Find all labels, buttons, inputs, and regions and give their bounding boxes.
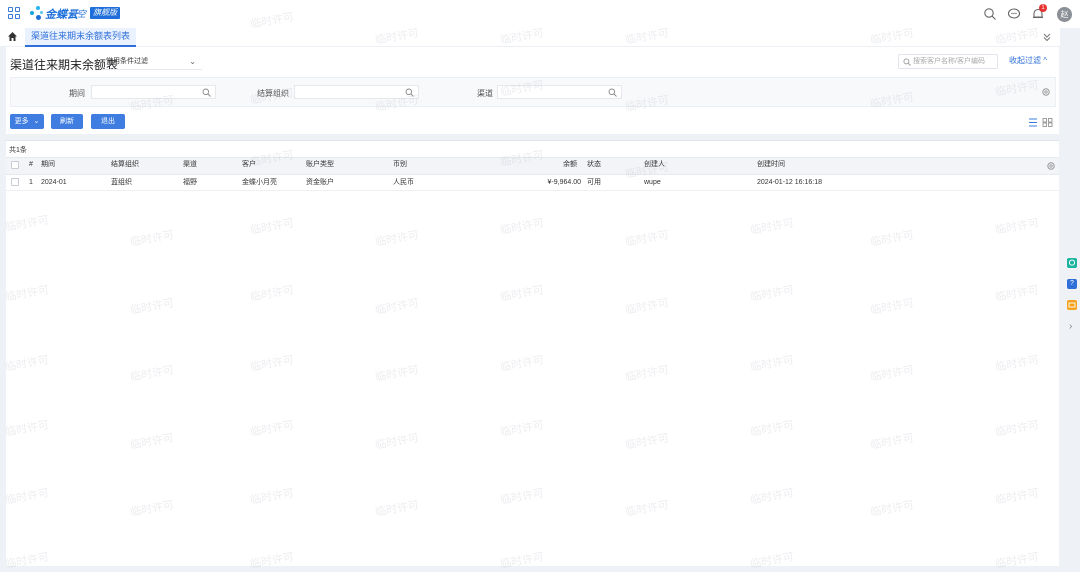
filter-scheme-select[interactable]: 常用条件过滤 ⌄: [102, 54, 202, 70]
table-row[interactable]: 1 2024-01 蓝组织 福野 金蝶小月亮 资金账户 人民币 ¥-9,964.…: [6, 175, 1059, 191]
col-channel[interactable]: 渠道: [183, 158, 197, 173]
filter-label-channel: 渠道: [477, 89, 493, 98]
search-icon[interactable]: [983, 7, 997, 21]
channel-field[interactable]: [497, 85, 622, 99]
record-count: 共1条: [9, 147, 27, 154]
cell-account-type: 资金账户: [306, 179, 334, 186]
brand-sub: 星空: [68, 9, 87, 19]
cell-status: 可用: [587, 179, 601, 186]
double-chevron-down-icon[interactable]: [1042, 31, 1052, 45]
more-button-label: 更多: [14, 118, 29, 125]
bell-icon[interactable]: 1: [1031, 4, 1047, 21]
filter-label-period: 期间: [69, 89, 85, 98]
col-index: #: [29, 161, 33, 168]
avatar[interactable]: 赵: [1057, 6, 1072, 22]
list-view-icon[interactable]: [1029, 118, 1037, 127]
home-icon[interactable]: [7, 31, 18, 45]
edition-badge: 旗舰版: [90, 7, 120, 19]
col-status[interactable]: 状态: [587, 158, 601, 173]
col-settle-org[interactable]: 结算组织: [111, 158, 139, 173]
green-chat-icon[interactable]: [1067, 258, 1077, 268]
orange-app-icon[interactable]: [1067, 300, 1077, 310]
search-icon[interactable]: [202, 88, 211, 97]
select-all-checkbox[interactable]: [11, 161, 19, 169]
col-currency[interactable]: 币别: [393, 158, 407, 173]
cell-currency: 人民币: [393, 179, 414, 186]
tab-bar: 渠道往来期末余额表列表: [0, 28, 1060, 47]
search-input[interactable]: 搜索客户名称/客户编码: [898, 54, 998, 69]
view-switch: [1029, 116, 1053, 130]
column-settings-icon[interactable]: [1046, 160, 1056, 174]
col-creator[interactable]: 创建人: [644, 158, 665, 173]
tab-channel-balance-list[interactable]: 渠道往来期末余额表列表: [25, 28, 137, 47]
cell-period: 2024-01: [41, 179, 67, 186]
filter-label-settle-org: 结算组织: [257, 89, 289, 98]
chevron-down-icon: ⌄: [189, 57, 196, 66]
collapse-filter-link[interactable]: 收起过滤 ^: [1009, 55, 1047, 66]
cell-balance: ¥-9,964.00: [547, 179, 581, 186]
right-floating-toolbar: ? ›: [1067, 258, 1080, 332]
chevron-down-icon: ⌄: [33, 118, 40, 125]
search-icon[interactable]: [608, 88, 617, 97]
cell-settle-org: 蓝组织: [111, 179, 132, 186]
data-grid: 共1条 # 期间 结算组织 渠道 客户 账户类型 币别 余额 状态 创建人 创建…: [6, 140, 1059, 566]
refresh-button[interactable]: 刷新: [51, 114, 83, 129]
filter-row: 期间 结算组织 渠道: [10, 77, 1056, 107]
filter-scheme-value: 常用条件过滤: [106, 58, 148, 65]
col-create-time[interactable]: 创建时间: [757, 158, 785, 173]
filter-settings-icon[interactable]: [1041, 86, 1051, 100]
chevron-right-icon[interactable]: ›: [1069, 321, 1080, 332]
cell-channel: 福野: [183, 179, 197, 186]
exit-button[interactable]: 退出: [91, 114, 125, 129]
search-placeholder: 搜索客户名称/客户编码: [913, 58, 985, 65]
notification-badge: 1: [1039, 4, 1047, 12]
search-icon: [903, 58, 911, 66]
row-checkbox[interactable]: [11, 178, 19, 186]
cell-customer: 金蝶小月亮: [242, 179, 277, 186]
col-customer[interactable]: 客户: [242, 158, 256, 173]
cell-creator: wupe: [644, 179, 661, 186]
cell-index: 1: [29, 179, 33, 186]
col-account-type[interactable]: 账户类型: [306, 158, 334, 173]
settle-org-field[interactable]: [294, 85, 419, 99]
card-view-icon[interactable]: [1042, 118, 1053, 127]
top-bar: 金蝶云 星空 旗舰版 1 赵: [0, 0, 1080, 29]
period-field[interactable]: [91, 85, 216, 99]
filter-panel: 渠道往来期末余额表 常用条件过滤 ⌄ 搜索客户名称/客户编码 收起过滤 ^ 期间…: [6, 47, 1059, 134]
col-balance[interactable]: 余额: [563, 158, 577, 173]
search-icon[interactable]: [405, 88, 414, 97]
cell-create-time: 2024-01-12 16:16:18: [757, 179, 822, 186]
help-icon[interactable]: ?: [1067, 279, 1077, 289]
more-button[interactable]: 更多 ⌄: [10, 114, 44, 129]
grid-header: # 期间 结算组织 渠道 客户 账户类型 币别 余额 状态 创建人 创建时间: [6, 157, 1059, 175]
app-menu-icon[interactable]: [8, 7, 20, 19]
message-icon[interactable]: [1007, 7, 1021, 21]
kingdee-logo-icon: [30, 6, 44, 20]
col-period[interactable]: 期间: [41, 158, 55, 173]
